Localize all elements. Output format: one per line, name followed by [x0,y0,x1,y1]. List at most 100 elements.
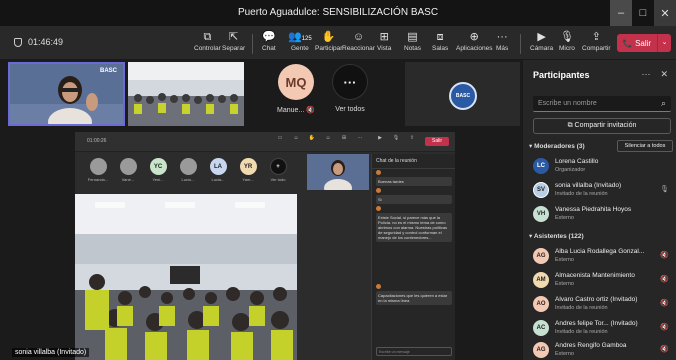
shared-timer: 01:00:26 [87,138,107,144]
grid-icon: ⊞ [379,31,389,43]
shared-avatar: + Ver todo [265,158,291,182]
speaker-name-label: sonia villalba (Invitado) [12,348,90,357]
more-button[interactable]: ··· Más [496,30,508,58]
video-tile-room[interactable] [128,62,244,126]
toolbar-divider [520,34,521,54]
mic-muted-icon: 🔇 [660,300,669,307]
participant-row[interactable]: VH Vanessa Piedrahita Hoyos Externo [533,204,676,226]
meeting-timer: 01:46:49 [14,37,63,47]
close-icon[interactable]: ✕ [660,69,668,80]
participant-row[interactable]: AG Alba Lucia Rodallega Gonzal... Extern… [533,246,676,268]
participant-name: Manue... [277,107,305,114]
avatar: VH [533,206,549,222]
participant-row[interactable]: LC Lorena Castillo Organizador [533,156,676,178]
people-button[interactable]: 👥125 Gente [288,30,312,58]
shared-avatar: YC Yeni... [145,158,171,182]
share-link-icon: ⧉ [567,122,573,129]
title-bar: Puerto Aguadulce: SENSIBILIZACIÓN BASC –… [0,0,676,26]
chevron-down-icon: ▾ [529,143,533,150]
notes-button[interactable]: ▤ Notas [404,30,421,58]
apps-button[interactable]: ⊕ Aplicaciones [456,30,493,58]
participant-row[interactable]: AM Almacenista Mantenimiento Externo 🔇 [533,270,676,292]
participant-row[interactable]: SV sonia villalba (Invitado) Invitado de… [533,180,676,202]
moderators-section-header[interactable]: ▾ Moderadores (3) [529,142,585,150]
see-all-tile[interactable]: ··· Ver todos [320,64,380,113]
react-button[interactable]: ☺ Reaccionar [342,30,375,58]
popout-icon: ⇱ [228,31,239,43]
mic-button[interactable]: 🎙 Micro [559,30,575,58]
close-button[interactable]: ✕ [654,0,676,26]
shared-avatar: Fernando... [85,158,111,182]
video-tile-speaker[interactable]: BASC [8,62,125,126]
search-icon: ⌕ [660,98,666,108]
basc-logo-badge: BASC [99,68,117,74]
panel-title: Participantes [533,70,590,80]
chat-message: Si [376,188,452,205]
share-button[interactable]: ⇪ Compartir [582,30,611,58]
mic-icon: 🎙 [660,186,669,193]
separar-button[interactable]: ⇱ Separar [222,30,245,58]
shared-chat-panel: Chat de la reunión Buenas tardes Si Exis… [371,154,455,360]
smile-icon: ☺ [352,31,365,43]
shared-chat-icon: ▭ [277,135,283,141]
shared-camera-icon: ▶ [378,135,382,141]
shared-more-icon: ⋯ [357,135,363,141]
chevron-down-icon[interactable]: ⌄ [657,34,671,52]
mic-icon: 🎙 [559,31,574,43]
mic-muted-icon: 🔇 [660,346,669,353]
shared-share-icon: ⇪ [409,135,415,141]
attendees-section-header[interactable]: ▾ Asistentes (122) [529,232,584,240]
meeting-toolbar: 01:46:49 ⧉ Controlar ⇱ Separar 💬 Chat 👥125 G… [0,26,676,60]
controlar-button[interactable]: ⧉ Controlar [194,30,221,58]
view-button[interactable]: ⊞ Vista [377,30,391,58]
more-participants-icon: ··· [332,64,368,100]
avatar: MQ [278,64,314,100]
people-icon: 👥125 [288,31,312,43]
shared-mic-icon: 🎙 [392,135,400,141]
shared-avatar: Vane... [115,158,141,182]
shared-room-video [75,194,297,360]
meeting-stage: BASC MQ Manue... 🔇 ··· Ver todos BASC 01… [0,60,522,360]
mic-muted-icon: 🔇 [660,276,669,283]
mic-muted-icon: 🔇 [306,107,315,114]
leave-button[interactable]: 📞 Salir ⌄ [617,34,671,52]
avatar: AC [533,320,549,336]
avatar: AG [533,248,549,264]
phone-icon: 📞 [622,38,633,48]
logo-tile: BASC [405,62,520,126]
avatar: LC [533,158,549,174]
participant-row[interactable]: AC Andres felipe Tor... (Invitado) Invit… [533,318,676,340]
raise-hand-button[interactable]: ✋ Participar [315,30,342,58]
participants-panel: Participantes ··· ✕ Escribe un nombre ⌕ … [522,60,676,360]
participant-row[interactable]: AO Alvaro Castro ortiz (Invitado) Invita… [533,294,676,316]
more-options-icon[interactable]: ··· [641,69,650,80]
avatar: AO [533,296,549,312]
window-title: Puerto Aguadulce: SENSIBILIZACIÓN BASC [237,7,439,18]
chat-message: Existe Social, si parece más que la Polí… [376,206,452,243]
shared-avatar: YR Yam... [235,158,261,182]
participant-search-input[interactable]: Escribe un nombre ⌕ [533,96,671,112]
rooms-button[interactable]: ⧈ Salas [432,30,448,58]
shared-speaker-video [307,154,369,197]
minimize-button[interactable]: – [610,0,632,26]
shared-chat-input: Escribe un mensaje [376,347,452,356]
maximize-button[interactable]: □ [632,0,654,26]
chat-icon: 💬 [262,31,276,43]
notes-icon: ▤ [407,31,418,43]
see-all-label: Ver todos [335,106,365,113]
participant-row[interactable]: AG Andres Rengifo Gamboa Externo 🔇 [533,340,676,360]
share-invite-button[interactable]: ⧉ Compartir invitación [533,118,671,134]
mic-muted-icon: 🔇 [660,324,669,331]
shared-chat-title: Chat de la reunión [372,154,455,169]
basc-logo: BASC [449,82,477,110]
shared-avatar: LA Lucia... [205,158,231,182]
chat-button[interactable]: 💬 Chat [262,30,276,58]
shared-toolbar: 01:00:26 ▭ ☺ ✋ ☺ ⊞ ⋯ ▶ 🎙 ⇪ Salir [75,132,455,152]
room-video [128,62,244,126]
mute-all-button[interactable]: Silenciar a todos [617,140,673,152]
camera-button[interactable]: ▶ Cámara [530,30,553,58]
apps-icon: ⊕ [469,31,479,43]
shared-screen[interactable]: 01:00:26 ▭ ☺ ✋ ☺ ⊞ ⋯ ▶ 🎙 ⇪ Salir Fernand… [75,132,455,360]
more-icon: ··· [496,31,508,43]
participant-tile-mq[interactable]: MQ Manue... 🔇 [266,64,326,114]
